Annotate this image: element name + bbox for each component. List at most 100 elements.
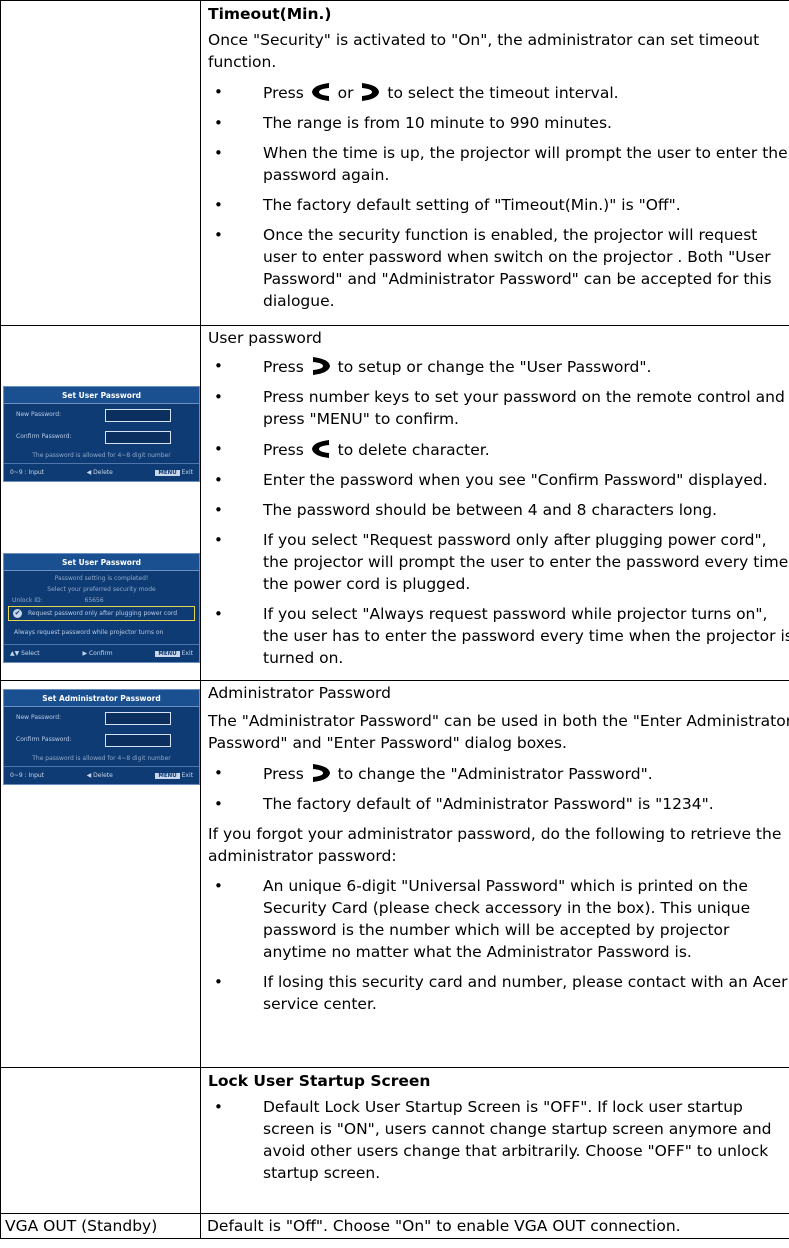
admin-bullet-2: • The factory default of "Administrator P… xyxy=(208,793,789,815)
osd-unlock-label: Unlock ID: xyxy=(12,597,43,604)
timeout-b5: Once the security function is enabled, t… xyxy=(263,226,772,310)
user-bullet-3: • Press to delete character. xyxy=(208,438,789,461)
row-timeout-content: Timeout(Min.) Once "Security" is activat… xyxy=(200,0,789,326)
user-bullet-1: • Press to setup or change the "User Pass… xyxy=(208,355,789,378)
osd-footer: ▲▼ Select ▶ Confirm MENU Exit xyxy=(4,644,199,662)
timeout-bullet-4: • The factory default setting of "Timeout… xyxy=(208,194,789,216)
right-button-icon xyxy=(312,357,330,375)
osd-security-mode: Set User Password Password setting is co… xyxy=(3,553,200,663)
row-admin-content: Administrator Password The "Administrato… xyxy=(200,680,789,1068)
bullet-dot: • xyxy=(214,196,223,214)
user-b1-post: to setup or change the "User Password". xyxy=(332,358,652,376)
osd-set-user-password: Set User Password New Password: Confirm … xyxy=(3,386,200,482)
admin-intro: The "Administrator Password" can be used… xyxy=(208,712,789,752)
admin-bullet-3: • An unique 6-digit "Universal Password" … xyxy=(208,875,789,963)
osd-completed: Password setting is completed! xyxy=(54,575,149,582)
osd-footer-select: ▲▼ Select xyxy=(10,650,40,657)
bullet-dot: • xyxy=(214,1098,223,1116)
user-b7: If you select "Always request password w… xyxy=(263,605,789,667)
osd-new-password-label: New Password: xyxy=(16,714,62,721)
timeout-title: Timeout(Min.) xyxy=(208,5,332,23)
osd-new-password-row: New Password: xyxy=(4,404,199,426)
user-bullet-6: • If you select "Request password only af… xyxy=(208,529,789,595)
user-bullet-2: • Press number keys to set your password … xyxy=(208,386,789,430)
osd-footer: 0~9 : Input ◀ Delete MENU Exit xyxy=(4,463,199,481)
user-bullet-4: • Enter the password when you see "Confir… xyxy=(208,469,789,491)
osd-new-password-field[interactable] xyxy=(105,409,171,422)
user-b6: If you select "Request password only aft… xyxy=(263,531,789,593)
osd-unlock-row: Unlock ID: 65656 xyxy=(4,595,199,606)
osd-title: Set User Password xyxy=(4,387,199,404)
osd-option-plug[interactable]: ✔ Request password only after plugging po… xyxy=(8,606,195,621)
osd-title: Set Administrator Password xyxy=(4,690,199,707)
row-user-password: Set User Password New Password: Confirm … xyxy=(0,325,789,681)
timeout-bullet-5: • Once the security function is enabled, … xyxy=(208,224,789,312)
timeout-b4: The factory default setting of "Timeout(… xyxy=(263,196,681,214)
timeout-b2: The range is from 10 minute to 990 minut… xyxy=(263,114,612,132)
osd-footer-delete: ◀ Delete xyxy=(86,772,113,779)
osd-footer-delete: ◀ Delete xyxy=(86,469,113,476)
osd-confirm-password-field[interactable] xyxy=(105,431,171,444)
lock-b1: Default Lock User Startup Screen is "OFF… xyxy=(263,1098,772,1182)
osd-menu-key-icon: MENU xyxy=(155,651,180,657)
osd-exit-label: Exit xyxy=(181,772,193,779)
left-button-icon xyxy=(311,83,329,101)
bullet-dot: • xyxy=(214,226,223,244)
user-title: User password xyxy=(208,329,322,347)
osd-confirm-password-label: Confirm Password: xyxy=(16,433,72,440)
osd-note: The password is allowed for 4~8 digit nu… xyxy=(32,755,171,762)
check-icon: ✔ xyxy=(13,609,22,618)
row-lock-startup: Lock User Startup Screen • Default Lock U… xyxy=(0,1067,789,1214)
bullet-dot: • xyxy=(214,357,223,375)
admin-bullet-1: • Press to change the "Administrator Pass… xyxy=(208,762,789,785)
left-button-icon xyxy=(311,440,329,458)
bullet-dot: • xyxy=(214,388,223,406)
osd-unlock-value: 65656 xyxy=(84,597,104,604)
bullet-dot: • xyxy=(214,501,223,519)
osd-new-password-row: New Password: xyxy=(4,707,199,729)
osd-confirm-password-field[interactable] xyxy=(105,734,171,747)
bullet-dot: • xyxy=(214,795,223,813)
admin-para2: If you forgot your administrator passwor… xyxy=(208,825,782,865)
timeout-b1-post: to select the timeout interval. xyxy=(382,84,619,102)
osd-menu-key-icon: MENU xyxy=(155,773,180,779)
row-admin-image-cell: Set Administrator Password New Password:… xyxy=(0,680,201,1068)
user-b4: Enter the password when you see "Confirm… xyxy=(263,471,768,489)
lock-bullet-1: • Default Lock User Startup Screen is "OF… xyxy=(208,1096,789,1184)
timeout-b1-pre: Press xyxy=(263,84,309,102)
osd-option-always[interactable]: Always request password while projector … xyxy=(4,621,199,644)
settings-table: Timeout(Min.) Once "Security" is activat… xyxy=(0,0,789,1239)
right-button-icon xyxy=(312,764,330,782)
bullet-dot: • xyxy=(214,877,223,895)
admin-b1-post: to change the "Administrator Password". xyxy=(332,765,653,783)
user-bullet-7: • If you select "Always request password … xyxy=(208,603,789,669)
bullet-dot: • xyxy=(214,531,223,549)
osd-exit-label: Exit xyxy=(181,469,193,476)
osd-confirm-password-label: Confirm Password: xyxy=(16,736,72,743)
osd-confirm-password-row: Confirm Password: xyxy=(4,426,199,448)
timeout-bullet-1: • Press or to select the timeout interva… xyxy=(208,81,789,104)
osd-new-password-label: New Password: xyxy=(16,411,62,418)
osd-new-password-field[interactable] xyxy=(105,712,171,725)
bullet-dot: • xyxy=(214,440,223,458)
bullet-dot: • xyxy=(214,605,223,623)
user-b3-pre: Press xyxy=(263,441,309,459)
row-admin-password: Set Administrator Password New Password:… xyxy=(0,680,789,1068)
admin-bullet-4: • If losing this security card and number… xyxy=(208,971,789,1015)
user-bullet-5: • The password should be between 4 and 8 … xyxy=(208,499,789,521)
right-button-icon xyxy=(362,83,380,101)
lock-title: Lock User Startup Screen xyxy=(208,1072,431,1090)
admin-b2: The factory default of "Administrator Pa… xyxy=(263,795,714,813)
user-b1-pre: Press xyxy=(263,358,309,376)
osd-footer-exit: MENU Exit xyxy=(155,469,193,476)
user-b3-post: to delete character. xyxy=(332,441,490,459)
bullet-dot: • xyxy=(214,764,223,782)
osd-note: The password is allowed for 4~8 digit nu… xyxy=(32,452,171,459)
admin-title: Administrator Password xyxy=(208,684,391,702)
osd-title: Set User Password xyxy=(4,554,199,571)
osd-footer-exit: MENU Exit xyxy=(155,772,193,779)
osd-menu-key-icon: MENU xyxy=(155,470,180,476)
row-lock-image-cell xyxy=(0,1067,201,1214)
bullet-dot: • xyxy=(214,144,223,162)
osd-select-mode: Select your preferred security mode xyxy=(47,586,156,593)
